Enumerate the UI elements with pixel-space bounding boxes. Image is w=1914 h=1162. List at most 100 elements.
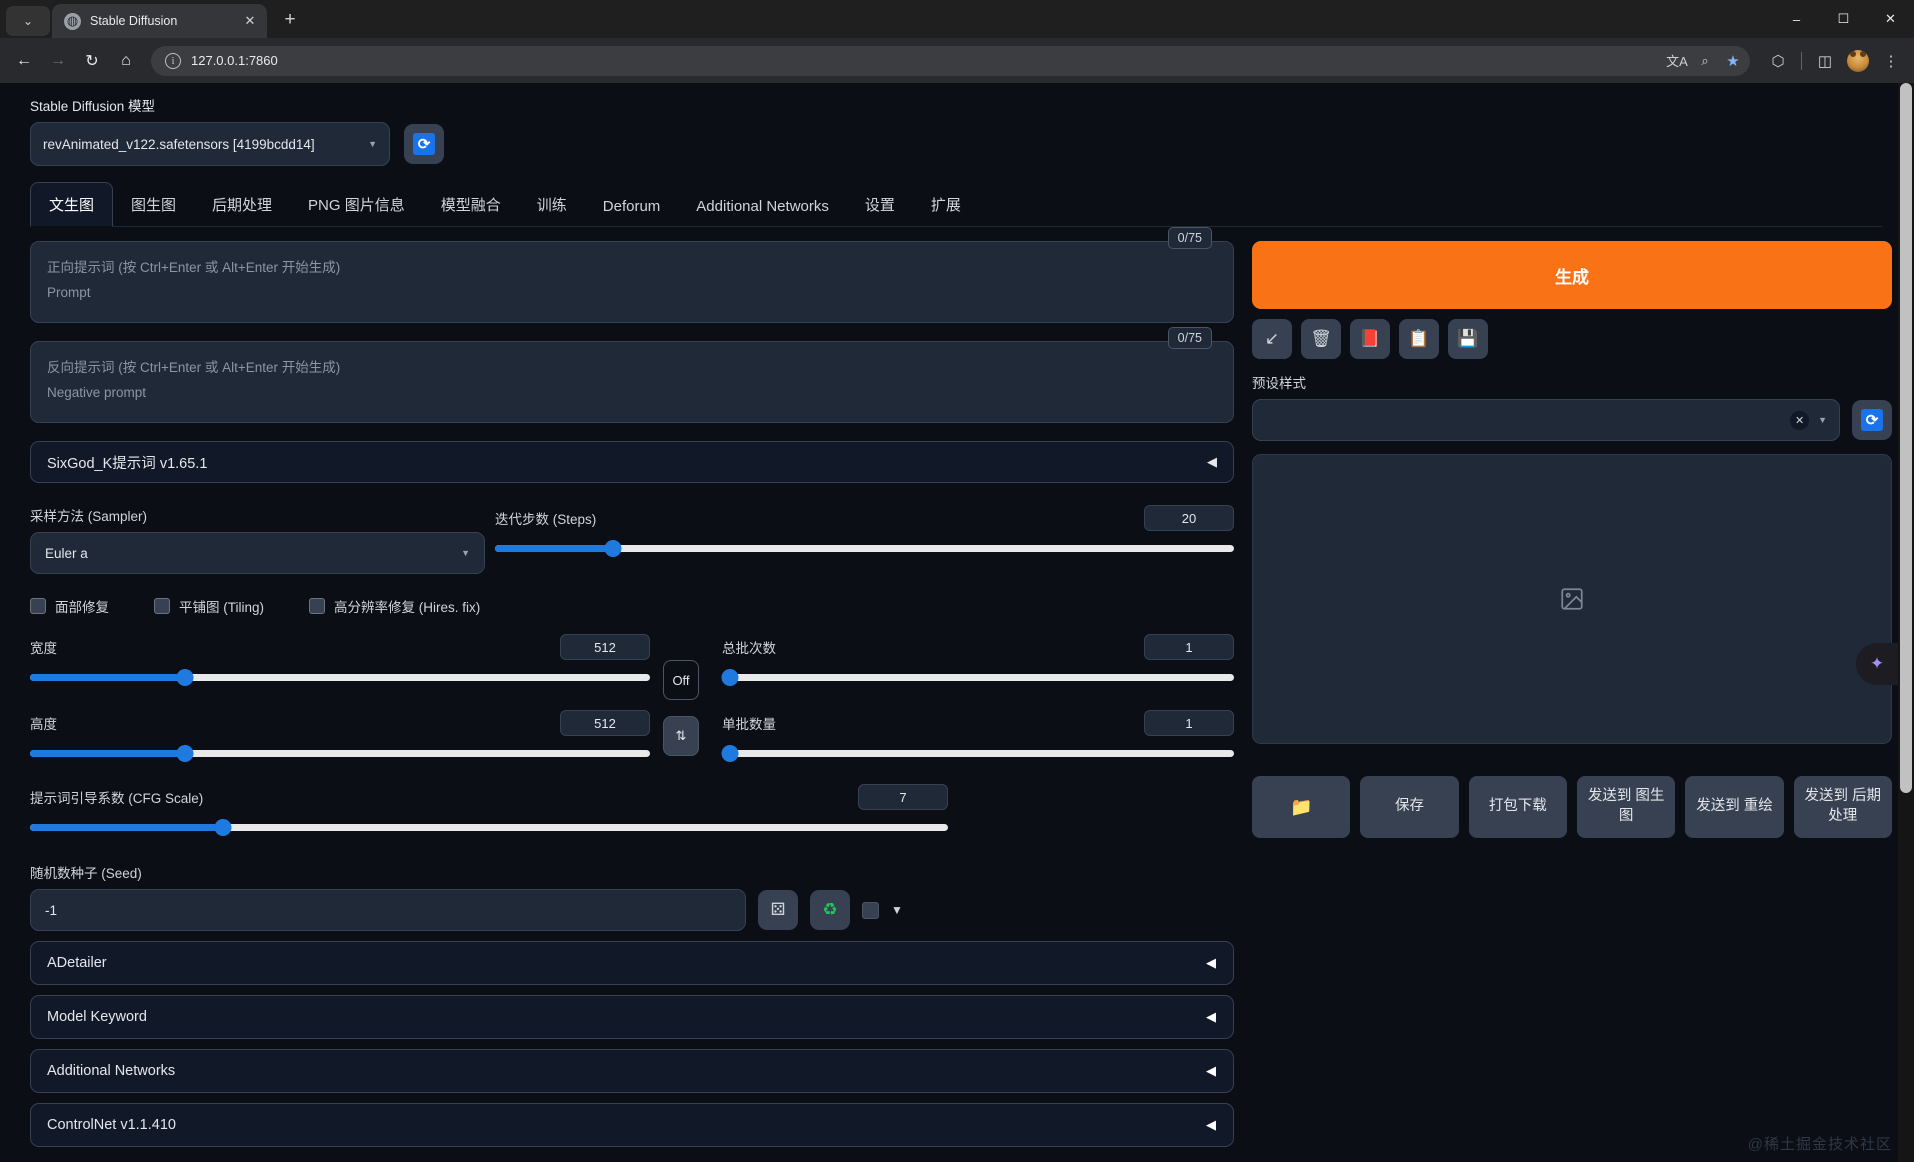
refresh-styles-button[interactable]: ⟳: [1852, 400, 1892, 440]
tab-close-icon[interactable]: ✕: [241, 12, 259, 30]
batch-count-slider[interactable]: [721, 668, 1234, 688]
sixgod-prompt-accordion[interactable]: SixGod_K提示词 v1.65.1 ◀: [30, 441, 1234, 483]
batch-count-number-input[interactable]: 1: [1144, 634, 1234, 660]
minimize-button[interactable]: –: [1773, 0, 1820, 38]
window-controls: – ☐ ✕: [1773, 0, 1914, 38]
forward-icon[interactable]: →: [42, 45, 74, 77]
slider-knob[interactable]: [176, 669, 194, 686]
cfg-slider[interactable]: [30, 818, 948, 838]
page-scrollbar[interactable]: [1898, 83, 1914, 1162]
browser-menu-icon[interactable]: ⋮: [1876, 46, 1906, 76]
tiling-checkbox-item[interactable]: 平铺图 (Tiling): [154, 596, 264, 616]
swap-dimensions-button[interactable]: ⇅: [663, 716, 699, 756]
maximize-button[interactable]: ☐: [1820, 0, 1867, 38]
model-select[interactable]: revAnimated_v122.safetensors [4199bcdd14…: [30, 122, 390, 166]
tab-img2img[interactable]: 图生图: [113, 183, 194, 226]
hires-fix-checkbox[interactable]: [309, 598, 326, 614]
extra-seed-checkbox[interactable]: [862, 901, 879, 919]
open-folder-button[interactable]: 📁: [1252, 776, 1351, 838]
reload-icon[interactable]: ↻: [76, 45, 108, 77]
back-icon[interactable]: ←: [8, 45, 40, 77]
accordion-adetailer[interactable]: ADetailer ◀: [30, 941, 1234, 985]
clear-styles-icon[interactable]: ✕: [1790, 410, 1810, 430]
seed-input[interactable]: -1: [30, 889, 746, 931]
accordion-additional-networks[interactable]: Additional Networks ◀: [30, 1049, 1234, 1093]
output-gallery[interactable]: [1252, 454, 1892, 744]
send-to-extras-button[interactable]: 发送到 后期处理: [1793, 776, 1892, 838]
refresh-models-button[interactable]: ⟳: [404, 124, 444, 164]
side-panel-icon[interactable]: ◫: [1810, 46, 1840, 76]
negative-prompt-input[interactable]: 反向提示词 (按 Ctrl+Enter 或 Alt+Enter 开始生成) Ne…: [30, 341, 1234, 423]
bookmark-star-icon[interactable]: ★: [1720, 48, 1746, 74]
browser-tab[interactable]: ◍ Stable Diffusion ✕: [52, 4, 267, 38]
accordion-label: Additional Networks: [47, 1063, 176, 1079]
tab-list-chevron-down-icon[interactable]: ⌄: [6, 6, 50, 36]
browser-toolbar-right: ⬡ ◫ ⋮: [1759, 46, 1906, 76]
webui-page: Stable Diffusion 模型 revAnimated_v122.saf…: [0, 83, 1914, 1162]
hires-toggle-button[interactable]: Off: [663, 660, 699, 700]
slider-knob[interactable]: [176, 745, 194, 762]
extra-seed-chevron-down-icon[interactable]: ▼: [891, 903, 903, 917]
negative-prompt-wrap: 0/75 反向提示词 (按 Ctrl+Enter 或 Alt+Enter 开始生…: [30, 327, 1234, 423]
tab-txt2img[interactable]: 文生图: [30, 182, 114, 227]
accordion-model-keyword[interactable]: Model Keyword ◀: [30, 995, 1234, 1039]
width-label: 宽度: [30, 641, 57, 656]
home-icon[interactable]: ⌂: [110, 45, 142, 77]
cfg-number-input[interactable]: 7: [858, 784, 948, 810]
hires-fix-checkbox-item[interactable]: 高分辨率修复 (Hires. fix): [309, 596, 480, 616]
translate-icon[interactable]: 文A: [1664, 48, 1690, 74]
slider-knob[interactable]: [604, 540, 622, 557]
batch-count-label: 总批次数: [722, 641, 776, 656]
accordion-controlnet[interactable]: ControlNet v1.1.410 ◀: [30, 1103, 1234, 1147]
height-number-input[interactable]: 512: [560, 710, 650, 736]
extensions-puzzle-icon[interactable]: ⬡: [1763, 46, 1793, 76]
send-to-img2img-button[interactable]: 发送到 图生图: [1576, 776, 1676, 838]
batch-size-slider[interactable]: [721, 744, 1234, 764]
ai-sparkle-icon[interactable]: ✦: [1856, 643, 1898, 685]
styles-select[interactable]: ✕ ▼: [1252, 399, 1840, 441]
toolbar-divider: [1801, 51, 1802, 70]
clipboard-apply-style-icon[interactable]: 📋: [1399, 319, 1439, 359]
tab-deforum[interactable]: Deforum: [585, 187, 679, 226]
tab-train[interactable]: 训练: [519, 183, 585, 226]
sampler-select[interactable]: Euler a ▼: [30, 532, 485, 574]
width-number-input[interactable]: 512: [560, 634, 650, 660]
arrow-read-prompt-icon[interactable]: ↙: [1252, 319, 1292, 359]
tab-checkpoint-merger[interactable]: 模型融合: [423, 183, 519, 226]
send-to-inpaint-button[interactable]: 发送到 重绘: [1685, 776, 1784, 838]
site-info-icon[interactable]: i: [165, 52, 181, 69]
trash-icon[interactable]: 🗑: [1301, 319, 1341, 359]
zip-download-button[interactable]: 打包下载: [1468, 776, 1567, 838]
steps-number-input[interactable]: 20: [1144, 505, 1234, 531]
steps-slider[interactable]: [495, 539, 1234, 559]
scrollbar-thumb[interactable]: [1900, 83, 1912, 793]
tab-extensions[interactable]: 扩展: [913, 183, 979, 226]
tiling-checkbox[interactable]: [154, 598, 170, 614]
generate-button[interactable]: 生成: [1252, 241, 1892, 309]
width-slider[interactable]: [30, 668, 650, 688]
slider-knob[interactable]: [721, 669, 739, 686]
tab-additional-networks[interactable]: Additional Networks: [678, 187, 847, 226]
profile-avatar[interactable]: [1843, 46, 1873, 76]
zoom-icon[interactable]: ⌕: [1692, 48, 1718, 74]
positive-prompt-input[interactable]: 正向提示词 (按 Ctrl+Enter 或 Alt+Enter 开始生成) Pr…: [30, 241, 1234, 323]
tab-settings[interactable]: 设置: [847, 183, 913, 226]
slider-knob[interactable]: [214, 819, 232, 836]
tab-extras[interactable]: 后期处理: [194, 183, 290, 226]
sixgod-label: SixGod_K提示词 v1.65.1: [47, 455, 208, 472]
window-close-button[interactable]: ✕: [1867, 0, 1914, 38]
height-slider[interactable]: [30, 744, 650, 764]
restore-faces-checkbox-item[interactable]: 面部修复: [30, 596, 109, 616]
reuse-seed-button[interactable]: ♻: [810, 890, 850, 930]
steps-label: 迭代步数 (Steps): [495, 512, 597, 527]
slider-knob[interactable]: [721, 745, 739, 762]
tab-png-info[interactable]: PNG 图片信息: [290, 183, 423, 226]
restore-faces-checkbox[interactable]: [30, 598, 46, 614]
batch-size-number-input[interactable]: 1: [1144, 710, 1234, 736]
new-tab-button[interactable]: +: [275, 5, 305, 35]
address-bar[interactable]: i 127.0.0.1:7860 文A ⌕ ★: [151, 45, 1750, 76]
book-styles-icon[interactable]: 📕: [1350, 319, 1390, 359]
random-seed-button[interactable]: ⚄: [758, 890, 798, 930]
floppy-save-style-icon[interactable]: 💾: [1448, 319, 1488, 359]
save-button[interactable]: 保存: [1360, 776, 1459, 838]
